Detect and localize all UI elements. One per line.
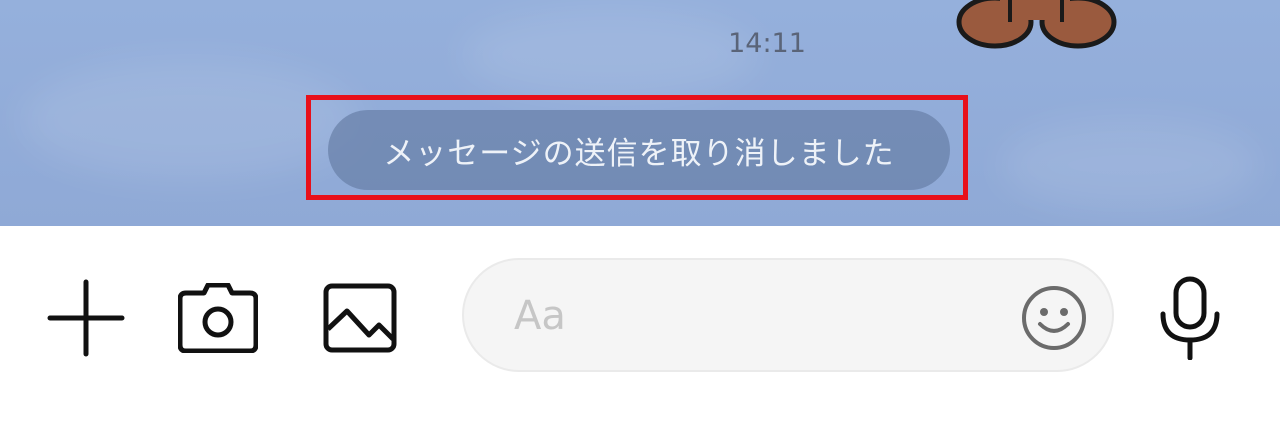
chat-area: 14:11 メッセージの送信を取り消しました [0, 0, 1280, 226]
microphone-icon [1160, 276, 1220, 360]
voice-input-button[interactable] [1144, 268, 1236, 368]
camera-icon [178, 283, 258, 353]
image-icon [323, 283, 397, 353]
gallery-button[interactable] [314, 272, 406, 364]
highlight-annotation [306, 95, 968, 200]
smiley-icon [1022, 286, 1086, 350]
sticker-image [956, 0, 1117, 49]
emoji-button[interactable] [1020, 284, 1088, 352]
plus-icon [47, 279, 125, 357]
message-composer-bar [0, 226, 1280, 422]
message-input-container [462, 258, 1114, 372]
camera-button[interactable] [172, 272, 264, 364]
message-timestamp: 14:11 [728, 28, 806, 59]
message-input[interactable] [514, 280, 994, 352]
add-attachment-button[interactable] [40, 272, 132, 364]
background-cloud [1000, 120, 1260, 210]
